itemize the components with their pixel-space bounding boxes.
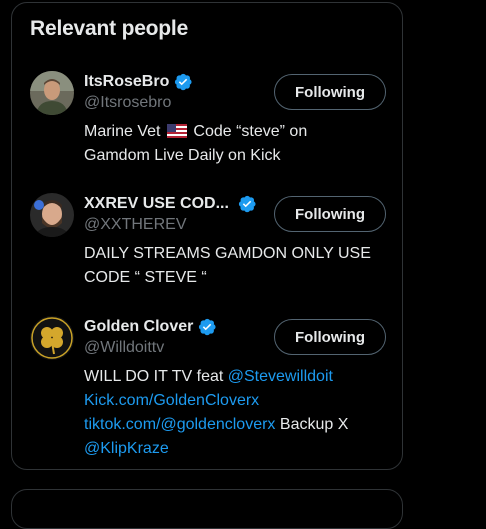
bio: Marine Vet Code “steve” on Gamdom Live D… bbox=[84, 120, 384, 168]
tiktok-link[interactable]: tiktok.com/@goldencloverx bbox=[84, 416, 275, 433]
display-name[interactable]: ItsRoseBro bbox=[84, 73, 169, 91]
bio-text: WILL DO IT TV feat bbox=[84, 368, 224, 385]
verified-badge-icon bbox=[238, 195, 256, 213]
us-flag-icon bbox=[166, 124, 187, 138]
following-button[interactable]: Following bbox=[274, 319, 386, 355]
display-name[interactable]: Golden Clover bbox=[84, 318, 193, 336]
handle[interactable]: @XXTHEREV bbox=[84, 216, 186, 234]
bio-text: Gamdom Live Daily on Kick bbox=[84, 147, 281, 164]
avatar[interactable] bbox=[30, 316, 74, 360]
mention-link[interactable]: @Stevewilldoit bbox=[228, 368, 333, 385]
bio: WILL DO IT TV feat @Stevewilldoit Kick.c… bbox=[84, 365, 384, 461]
name-row: Golden Clover bbox=[84, 316, 217, 338]
display-name[interactable]: XXREV USE COD... bbox=[84, 195, 229, 213]
bio: DAILY STREAMS GAMDON ONLY USE CODE “ STE… bbox=[84, 242, 384, 290]
name-row: ItsRoseBro bbox=[84, 71, 193, 93]
verified-badge-icon bbox=[199, 318, 216, 336]
bio-text: Code “steve” on bbox=[193, 123, 308, 140]
following-button[interactable]: Following bbox=[274, 74, 386, 110]
name-row: XXREV USE COD... bbox=[84, 193, 257, 215]
avatar[interactable] bbox=[30, 193, 74, 237]
next-section-panel bbox=[11, 489, 403, 529]
following-button[interactable]: Following bbox=[274, 196, 386, 232]
section-title: Relevant people bbox=[30, 17, 189, 40]
avatar[interactable] bbox=[30, 71, 74, 115]
kick-link[interactable]: Kick.com/GoldenCloverx bbox=[84, 392, 259, 409]
bio-text: Marine Vet bbox=[84, 123, 161, 140]
mention-link[interactable]: @KlipKraze bbox=[84, 440, 169, 457]
handle[interactable]: @Itsrosebro bbox=[84, 94, 171, 112]
relevant-people-panel: Relevant people ItsRoseBro @Itsrosebro F… bbox=[11, 2, 403, 470]
handle[interactable]: @Willdoittv bbox=[84, 339, 164, 357]
bio-text: Backup X bbox=[279, 416, 349, 433]
bio-text: DAILY STREAMS GAMDON ONLY USE bbox=[84, 245, 371, 262]
bio-text: CODE “ STEVE “ bbox=[84, 269, 207, 286]
verified-badge-icon bbox=[175, 73, 192, 91]
